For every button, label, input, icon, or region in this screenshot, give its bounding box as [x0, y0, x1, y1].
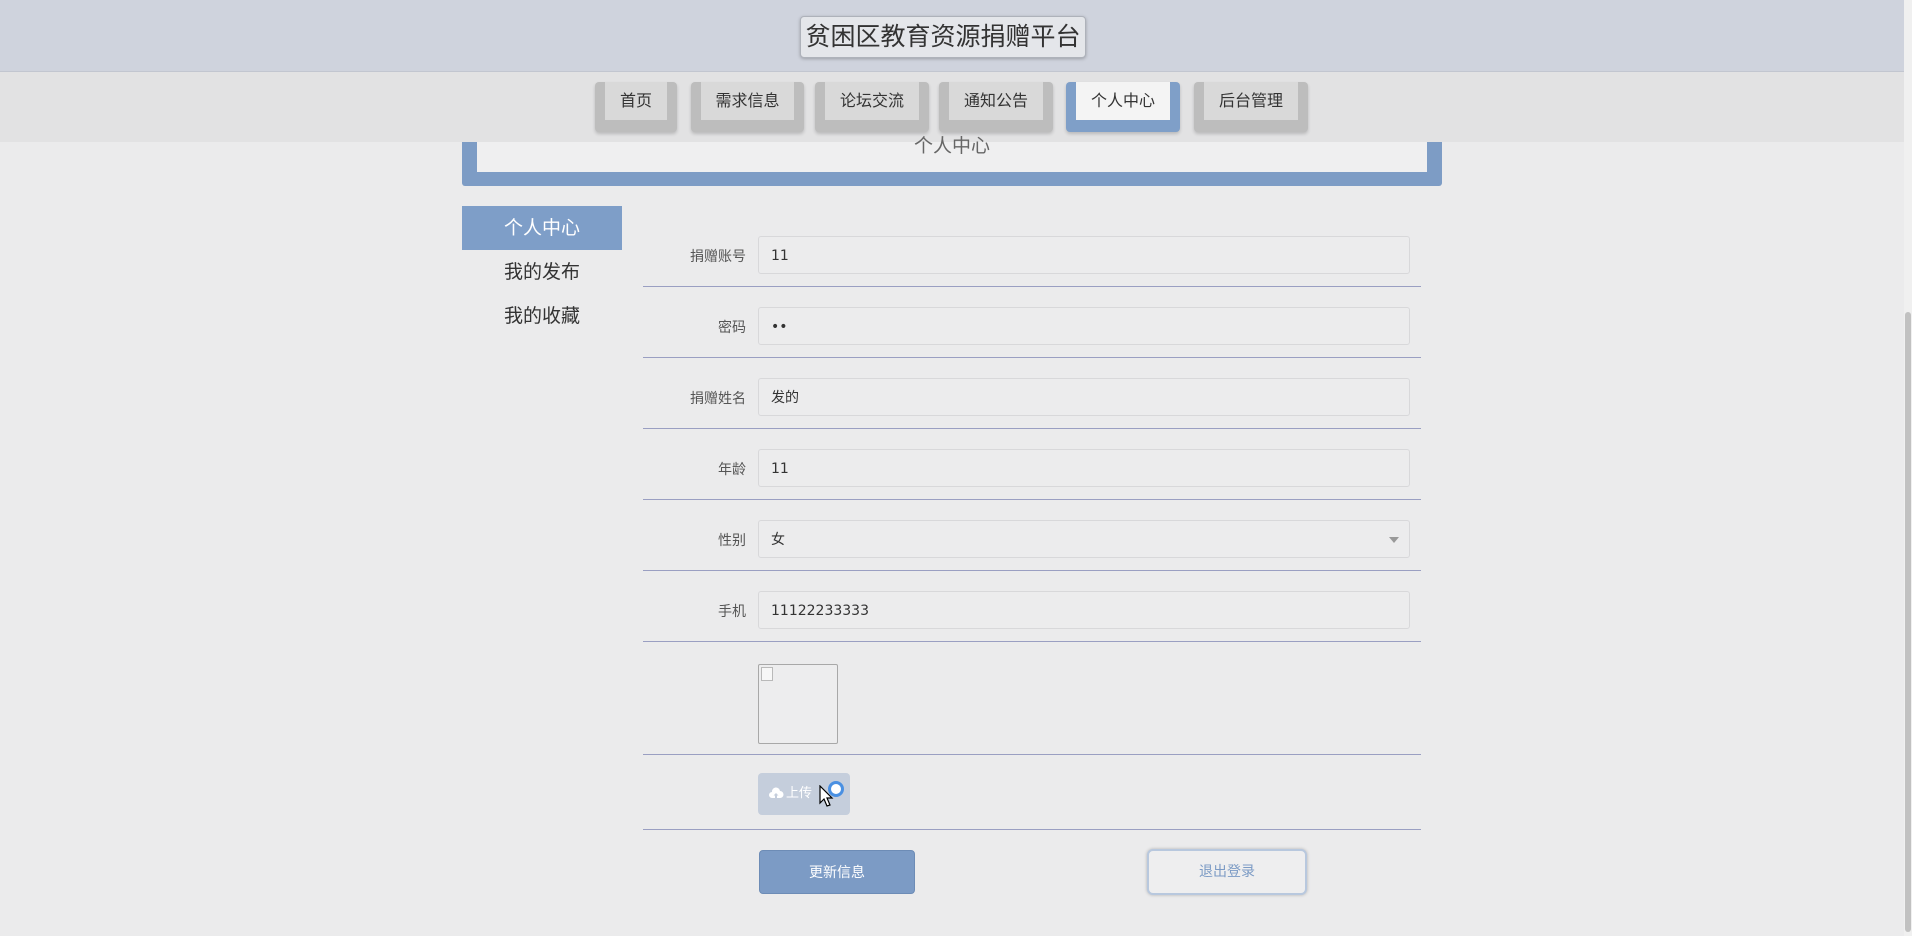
page-scrollbar[interactable]: [1904, 0, 1912, 936]
gender-label: 性别: [718, 533, 746, 549]
form-row-account: 捐赠账号 11: [643, 228, 1421, 287]
nav-tab-label: 论坛交流: [825, 82, 919, 120]
upload-button[interactable]: 上传: [758, 773, 850, 815]
page-banner: 个人中心: [462, 137, 1442, 186]
avatar-preview: [758, 664, 838, 744]
banner-title: 个人中心: [913, 135, 990, 157]
banner-inner: 个人中心: [477, 137, 1427, 172]
broken-image-icon: [761, 667, 773, 681]
main-nav: 首页 需求信息 论坛交流 通知公告 个人中心 后台管理: [0, 72, 1904, 142]
password-label: 密码: [718, 320, 746, 336]
nav-tab-label: 需求信息: [701, 82, 794, 120]
nav-tab-forum[interactable]: 论坛交流: [815, 82, 929, 132]
gender-value: 女: [771, 532, 785, 548]
form-row-gender: 性别 女: [643, 512, 1421, 571]
cloud-upload-icon: [769, 787, 784, 798]
password-input[interactable]: ••: [758, 307, 1410, 345]
form-row-phone: 手机 11122233333: [643, 583, 1421, 642]
scrollbar-thumb[interactable]: [1905, 312, 1911, 932]
name-input[interactable]: 发的: [758, 378, 1410, 416]
nav-tab-label: 个人中心: [1076, 82, 1170, 120]
nav-tab-notice[interactable]: 通知公告: [939, 82, 1053, 132]
age-input[interactable]: 11: [758, 449, 1410, 487]
nav-tab-demand[interactable]: 需求信息: [691, 82, 804, 132]
form-row-name: 捐赠姓名 发的: [643, 370, 1421, 429]
account-input[interactable]: 11: [758, 236, 1410, 274]
form-row-avatar: [643, 654, 1421, 755]
form-row-password: 密码 ••: [643, 299, 1421, 358]
nav-tab-label: 通知公告: [949, 82, 1043, 120]
gender-select[interactable]: 女: [758, 520, 1410, 558]
form-row-age: 年龄 11: [643, 441, 1421, 500]
upload-label: 上传: [786, 786, 813, 801]
account-label: 捐赠账号: [690, 249, 746, 265]
side-item-my-favorites[interactable]: 我的收藏: [462, 294, 622, 338]
nav-tab-personal-center[interactable]: 个人中心: [1066, 82, 1180, 132]
form-row-upload: 上传: [643, 755, 1421, 830]
side-item-my-posts[interactable]: 我的发布: [462, 250, 622, 294]
nav-tab-label: 首页: [605, 82, 667, 120]
logout-button[interactable]: 退出登录: [1147, 849, 1307, 895]
site-title: 贫困区教育资源捐赠平台: [800, 16, 1086, 58]
update-info-button[interactable]: 更新信息: [759, 850, 915, 894]
side-menu: 个人中心 我的发布 我的收藏: [462, 206, 622, 338]
nav-tab-home[interactable]: 首页: [595, 82, 677, 132]
phone-input[interactable]: 11122233333: [758, 591, 1410, 629]
age-label: 年龄: [718, 462, 746, 478]
nav-tab-admin[interactable]: 后台管理: [1194, 82, 1308, 132]
nav-tab-label: 后台管理: [1204, 82, 1298, 120]
name-label: 捐赠姓名: [690, 391, 746, 407]
phone-label: 手机: [718, 604, 746, 620]
top-header: 贫困区教育资源捐赠平台: [0, 0, 1904, 72]
mouse-cursor-icon: [819, 785, 834, 807]
chevron-down-icon: [1389, 537, 1399, 543]
side-item-personal-center[interactable]: 个人中心: [462, 206, 622, 250]
